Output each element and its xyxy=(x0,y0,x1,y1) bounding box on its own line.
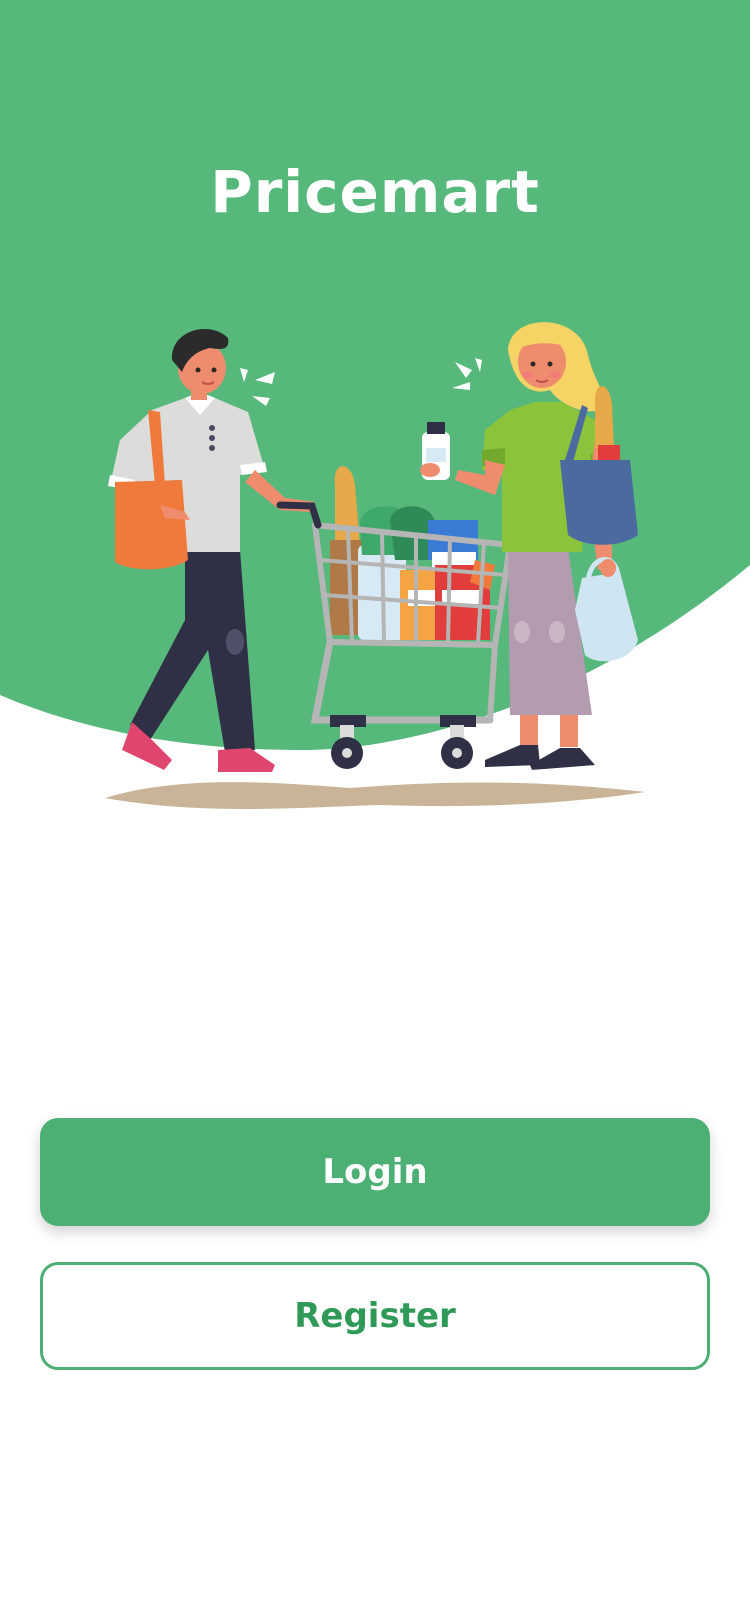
app-title: Pricemart xyxy=(210,158,540,226)
register-button[interactable]: Register xyxy=(40,1262,710,1370)
welcome-screen: Pricemart Login Register xyxy=(0,0,750,1624)
shopping-couple-illustration xyxy=(105,322,645,809)
login-button[interactable]: Login xyxy=(40,1118,710,1226)
